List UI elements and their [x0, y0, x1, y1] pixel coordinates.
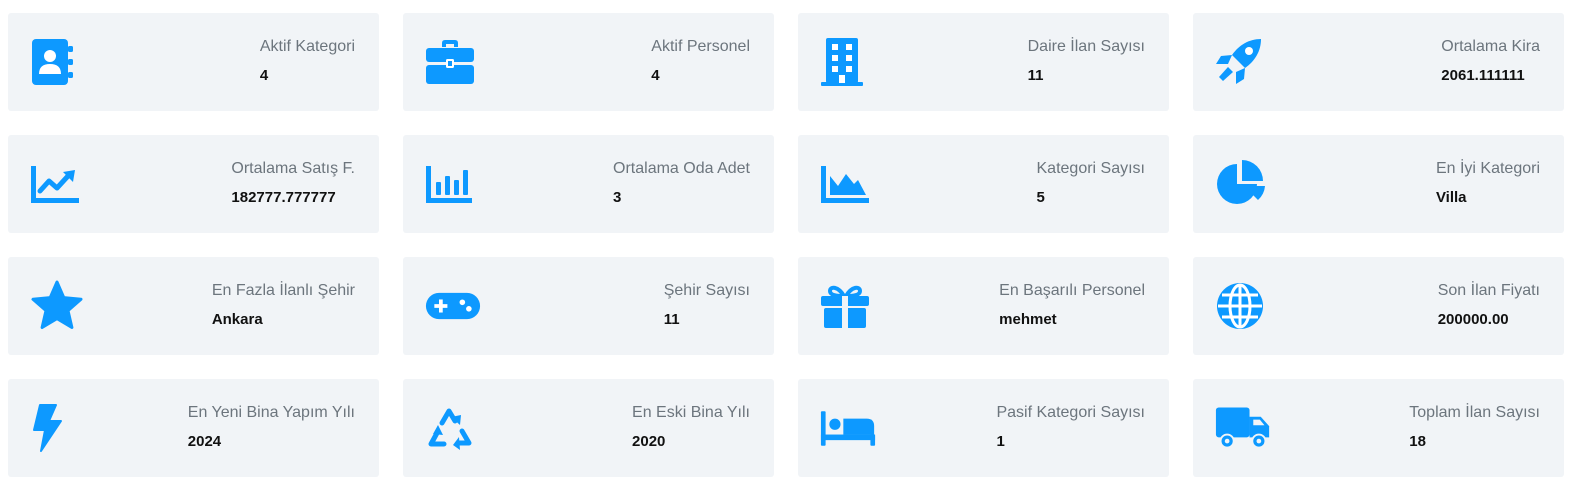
recycle-icon — [425, 401, 481, 455]
stat-card-en-fazla-ilanli-sehir: En Fazla İlanlı Şehir Ankara — [8, 257, 379, 355]
stat-card-en-basarili-personel: En Başarılı Personel mehmet — [798, 257, 1169, 355]
stat-value: 2061.111111 — [1441, 67, 1525, 84]
briefcase-icon — [425, 35, 481, 89]
stat-label: Ortalama Satış F. — [231, 160, 355, 177]
stat-label: Pasif Kategori Sayısı — [996, 404, 1145, 421]
chart-area-icon — [820, 157, 876, 211]
stat-label: Kategori Sayısı — [1036, 160, 1146, 177]
stat-card-kategori-sayisi: Kategori Sayısı 5 — [798, 135, 1169, 233]
stat-label: Son İlan Fiyatı — [1437, 282, 1540, 299]
stat-card-en-eski-bina-yili: En Eski Bina Yılı 2020 — [403, 379, 774, 477]
stat-label: En Fazla İlanlı Şehir — [211, 282, 355, 299]
stat-card-toplam-ilan-sayisi: Toplam İlan Sayısı 18 — [1193, 379, 1564, 477]
stat-card-en-iyi-kategori: En İyi Kategori Villa — [1193, 135, 1564, 233]
stat-value: Villa — [1435, 189, 1467, 206]
chart-pie-icon — [1215, 157, 1271, 211]
stat-value: 182777.777777 — [231, 189, 336, 206]
stat-value: 11 — [663, 311, 680, 328]
stat-card-ortalama-oda-adet: Ortalama Oda Adet 3 — [403, 135, 774, 233]
stat-value: 200000.00 — [1437, 311, 1509, 328]
stat-card-aktif-personel: Aktif Personel 4 — [403, 13, 774, 111]
stat-label: En Eski Bina Yılı — [632, 404, 750, 421]
stat-label: Aktif Kategori — [259, 38, 355, 55]
stat-label: Ortalama Kira — [1441, 38, 1540, 55]
bed-icon — [820, 401, 876, 455]
star-icon — [30, 279, 86, 333]
stat-value: 4 — [651, 67, 660, 84]
stat-value: 5 — [1036, 189, 1045, 206]
stat-label: En Başarılı Personel — [999, 282, 1145, 299]
stat-card-pasif-kategori-sayisi: Pasif Kategori Sayısı 1 — [798, 379, 1169, 477]
stat-label: Şehir Sayısı — [663, 282, 750, 299]
building-icon — [820, 35, 876, 89]
stat-label: Ortalama Oda Adet — [613, 160, 750, 177]
stat-card-sehir-sayisi: Şehir Sayısı 11 — [403, 257, 774, 355]
stat-label: Daire İlan Sayısı — [1027, 38, 1145, 55]
truck-icon — [1215, 401, 1271, 455]
stat-value: 2020 — [632, 433, 666, 450]
stat-value: Ankara — [211, 311, 263, 328]
stat-card-son-ilan-fiyati: Son İlan Fiyatı 200000.00 — [1193, 257, 1564, 355]
stat-label: En İyi Kategori — [1435, 160, 1540, 177]
gamepad-icon — [425, 279, 481, 333]
stat-value: 11 — [1027, 67, 1044, 84]
stat-value: 18 — [1409, 433, 1426, 450]
rocket-icon — [1215, 35, 1271, 89]
stat-card-aktif-kategori: Aktif Kategori 4 — [8, 13, 379, 111]
stat-value: 4 — [259, 67, 269, 84]
stat-value: 1 — [996, 433, 1005, 450]
stat-card-ortalama-kira: Ortalama Kira 2061.111111 — [1193, 13, 1564, 111]
stats-grid: Aktif Kategori 4 Aktif Personel 4 Daire … — [8, 13, 1564, 477]
contact-book-icon — [30, 35, 86, 89]
stat-card-ortalama-satis: Ortalama Satış F. 182777.777777 — [8, 135, 379, 233]
stat-value: mehmet — [999, 311, 1057, 328]
chart-bar-icon — [425, 157, 481, 211]
stat-value: 3 — [613, 189, 622, 206]
globe-icon — [1215, 279, 1271, 333]
stat-label: Toplam İlan Sayısı — [1409, 404, 1540, 421]
bolt-icon — [30, 401, 86, 455]
stat-label: En Yeni Bina Yapım Yılı — [187, 404, 355, 421]
stat-value: 2024 — [187, 433, 222, 450]
stat-card-daire-ilan-sayisi: Daire İlan Sayısı 11 — [798, 13, 1169, 111]
stat-card-en-yeni-bina-yapim-yili: En Yeni Bina Yapım Yılı 2024 — [8, 379, 379, 477]
stat-label: Aktif Personel — [651, 38, 750, 55]
gift-icon — [820, 279, 876, 333]
chart-line-icon — [30, 157, 86, 211]
